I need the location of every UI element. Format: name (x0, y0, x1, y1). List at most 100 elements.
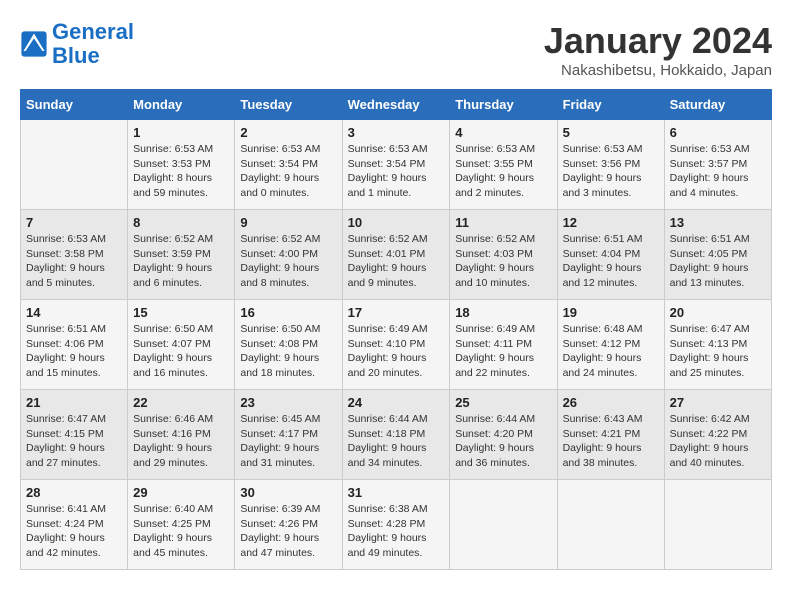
day-number: 26 (563, 395, 659, 410)
calendar-cell: 24Sunrise: 6:44 AMSunset: 4:18 PMDayligh… (342, 390, 450, 480)
day-number: 25 (455, 395, 551, 410)
day-info: Sunrise: 6:52 AMSunset: 3:59 PMDaylight:… (133, 232, 229, 291)
day-number: 4 (455, 125, 551, 140)
day-number: 23 (240, 395, 336, 410)
calendar-cell (21, 120, 128, 210)
day-number: 24 (348, 395, 445, 410)
day-info: Sunrise: 6:51 AMSunset: 4:06 PMDaylight:… (26, 322, 122, 381)
calendar-cell: 7 Sunrise: 6:53 AMSunset: 3:58 PMDaylight… (21, 210, 128, 300)
month-title: January 2024 (544, 20, 772, 62)
calendar-week-row: 28 Sunrise: 6:41 AMSunset: 4:24 PMDayligh… (21, 480, 772, 570)
day-info: Sunrise: 6:52 AMSunset: 4:03 PMDaylight:… (455, 232, 551, 291)
day-info: Sunrise: 6:46 AMSunset: 4:16 PMDaylight:… (133, 412, 229, 471)
day-number: 14 (26, 305, 122, 320)
day-info: Sunrise: 6:53 AMSunset: 3:54 PMDaylight:… (240, 142, 336, 201)
calendar-cell: 3 Sunrise: 6:53 AMSunset: 3:54 PMDaylight… (342, 120, 450, 210)
day-info: Sunrise: 6:48 AMSunset: 4:12 PMDaylight:… (563, 322, 659, 381)
calendar-cell: 2 Sunrise: 6:53 AMSunset: 3:54 PMDaylight… (235, 120, 342, 210)
day-info: Sunrise: 6:53 AMSunset: 3:58 PMDaylight:… (26, 232, 122, 291)
calendar-cell: 14 Sunrise: 6:51 AMSunset: 4:06 PMDayligh… (21, 300, 128, 390)
day-info: Sunrise: 6:52 AMSunset: 4:00 PMDaylight:… (240, 232, 336, 291)
calendar-cell: 27 Sunrise: 6:42 AMSunset: 4:22 PMDayligh… (664, 390, 771, 480)
calendar-cell: 1 Sunrise: 6:53 AMSunset: 3:53 PMDaylight… (128, 120, 235, 210)
day-number: 9 (240, 215, 336, 230)
day-number: 5 (563, 125, 659, 140)
day-number: 2 (240, 125, 336, 140)
day-number: 12 (563, 215, 659, 230)
day-number: 3 (348, 125, 445, 140)
day-number: 20 (670, 305, 766, 320)
day-number: 30 (240, 485, 336, 500)
day-header-saturday: Saturday (664, 90, 771, 120)
day-info: Sunrise: 6:43 AMSunset: 4:21 PMDaylight:… (563, 412, 659, 471)
calendar-cell: 17 Sunrise: 6:49 AMSunset: 4:10 PMDayligh… (342, 300, 450, 390)
calendar-cell: 13 Sunrise: 6:51 AMSunset: 4:05 PMDayligh… (664, 210, 771, 300)
day-info: Sunrise: 6:42 AMSunset: 4:22 PMDaylight:… (670, 412, 766, 471)
calendar-cell: 18Sunrise: 6:49 AMSunset: 4:11 PMDayligh… (450, 300, 557, 390)
day-number: 16 (240, 305, 336, 320)
calendar-cell: 22 Sunrise: 6:46 AMSunset: 4:16 PMDayligh… (128, 390, 235, 480)
day-info: Sunrise: 6:53 AMSunset: 3:53 PMDaylight:… (133, 142, 229, 201)
day-info: Sunrise: 6:53 AMSunset: 3:55 PMDaylight:… (455, 142, 551, 201)
calendar-cell: 10 Sunrise: 6:52 AMSunset: 4:01 PMDayligh… (342, 210, 450, 300)
calendar-header-row: SundayMondayTuesdayWednesdayThursdayFrid… (21, 90, 772, 120)
day-number: 15 (133, 305, 229, 320)
day-number: 11 (455, 215, 551, 230)
calendar-cell: 15 Sunrise: 6:50 AMSunset: 4:07 PMDayligh… (128, 300, 235, 390)
calendar-cell: 20Sunrise: 6:47 AMSunset: 4:13 PMDayligh… (664, 300, 771, 390)
day-header-monday: Monday (128, 90, 235, 120)
calendar-cell: 5Sunrise: 6:53 AMSunset: 3:56 PMDaylight… (557, 120, 664, 210)
calendar-cell (664, 480, 771, 570)
day-number: 1 (133, 125, 229, 140)
calendar-cell: 25 Sunrise: 6:44 AMSunset: 4:20 PMDayligh… (450, 390, 557, 480)
day-number: 29 (133, 485, 229, 500)
day-number: 28 (26, 485, 122, 500)
day-info: Sunrise: 6:44 AMSunset: 4:20 PMDaylight:… (455, 412, 551, 471)
day-number: 6 (670, 125, 766, 140)
day-info: Sunrise: 6:47 AMSunset: 4:15 PMDaylight:… (26, 412, 122, 471)
day-info: Sunrise: 6:50 AMSunset: 4:08 PMDaylight:… (240, 322, 336, 381)
calendar-table: SundayMondayTuesdayWednesdayThursdayFrid… (20, 89, 772, 570)
calendar-week-row: 7 Sunrise: 6:53 AMSunset: 3:58 PMDaylight… (21, 210, 772, 300)
calendar-cell: 9 Sunrise: 6:52 AMSunset: 4:00 PMDaylight… (235, 210, 342, 300)
calendar-cell: 21Sunrise: 6:47 AMSunset: 4:15 PMDayligh… (21, 390, 128, 480)
calendar-cell (450, 480, 557, 570)
location: Nakashibetsu, Hokkaido, Japan (544, 62, 772, 79)
day-number: 10 (348, 215, 445, 230)
day-header-thursday: Thursday (450, 90, 557, 120)
day-number: 17 (348, 305, 445, 320)
calendar-cell: 26 Sunrise: 6:43 AMSunset: 4:21 PMDayligh… (557, 390, 664, 480)
calendar-cell: 29 Sunrise: 6:40 AMSunset: 4:25 PMDayligh… (128, 480, 235, 570)
day-info: Sunrise: 6:45 AMSunset: 4:17 PMDaylight:… (240, 412, 336, 471)
day-info: Sunrise: 6:52 AMSunset: 4:01 PMDaylight:… (348, 232, 445, 291)
day-info: Sunrise: 6:40 AMSunset: 4:25 PMDaylight:… (133, 502, 229, 561)
day-info: Sunrise: 6:49 AMSunset: 4:11 PMDaylight:… (455, 322, 551, 381)
day-info: Sunrise: 6:50 AMSunset: 4:07 PMDaylight:… (133, 322, 229, 381)
calendar-week-row: 21Sunrise: 6:47 AMSunset: 4:15 PMDayligh… (21, 390, 772, 480)
day-header-friday: Friday (557, 90, 664, 120)
day-number: 13 (670, 215, 766, 230)
day-header-sunday: Sunday (21, 90, 128, 120)
day-header-tuesday: Tuesday (235, 90, 342, 120)
calendar-cell: 11 Sunrise: 6:52 AMSunset: 4:03 PMDayligh… (450, 210, 557, 300)
calendar-cell (557, 480, 664, 570)
day-info: Sunrise: 6:41 AMSunset: 4:24 PMDaylight:… (26, 502, 122, 561)
title-block: January 2024 Nakashibetsu, Hokkaido, Jap… (544, 20, 772, 79)
calendar-cell: 12 Sunrise: 6:51 AMSunset: 4:04 PMDayligh… (557, 210, 664, 300)
day-info: Sunrise: 6:49 AMSunset: 4:10 PMDaylight:… (348, 322, 445, 381)
calendar-cell: 6Sunrise: 6:53 AMSunset: 3:57 PMDaylight… (664, 120, 771, 210)
calendar-cell: 19Sunrise: 6:48 AMSunset: 4:12 PMDayligh… (557, 300, 664, 390)
calendar-cell: 16 Sunrise: 6:50 AMSunset: 4:08 PMDayligh… (235, 300, 342, 390)
day-number: 22 (133, 395, 229, 410)
calendar-cell: 31Sunrise: 6:38 AMSunset: 4:28 PMDayligh… (342, 480, 450, 570)
calendar-cell: 23 Sunrise: 6:45 AMSunset: 4:17 PMDayligh… (235, 390, 342, 480)
day-info: Sunrise: 6:51 AMSunset: 4:04 PMDaylight:… (563, 232, 659, 291)
day-info: Sunrise: 6:39 AMSunset: 4:26 PMDaylight:… (240, 502, 336, 561)
calendar-cell: 28 Sunrise: 6:41 AMSunset: 4:24 PMDayligh… (21, 480, 128, 570)
day-info: Sunrise: 6:51 AMSunset: 4:05 PMDaylight:… (670, 232, 766, 291)
day-number: 8 (133, 215, 229, 230)
logo-text: General Blue (52, 20, 134, 68)
day-number: 27 (670, 395, 766, 410)
day-number: 7 (26, 215, 122, 230)
day-info: Sunrise: 6:53 AMSunset: 3:54 PMDaylight:… (348, 142, 445, 201)
